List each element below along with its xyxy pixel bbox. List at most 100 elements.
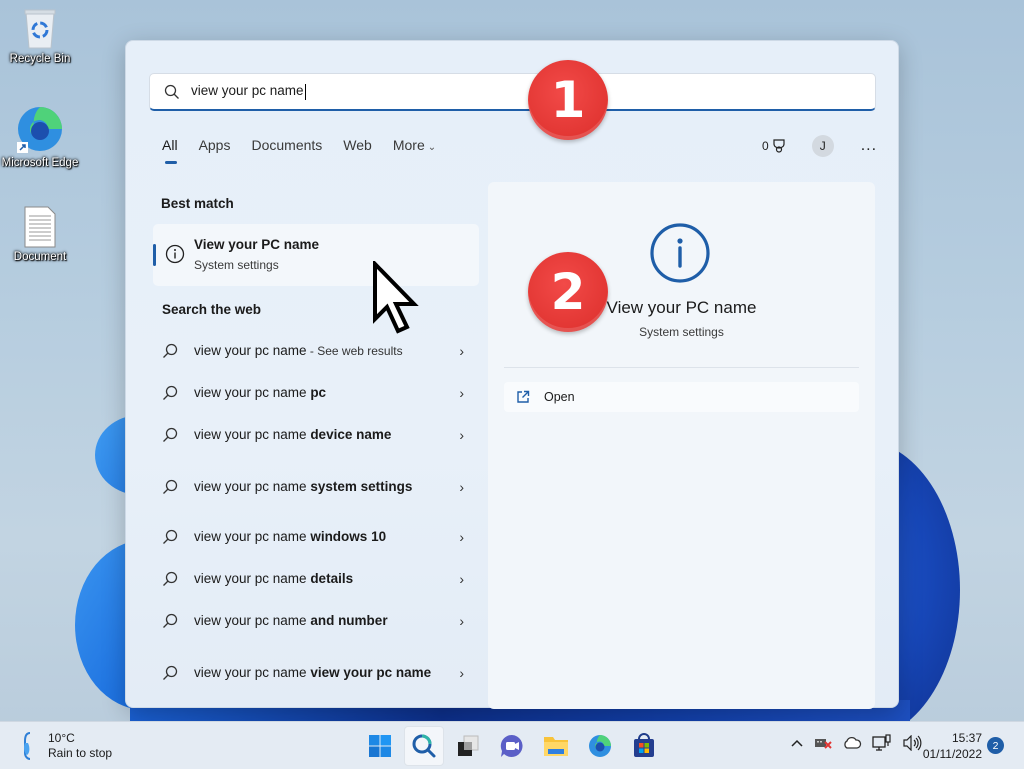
selection-indicator [153, 244, 156, 266]
taskbar-apps [360, 726, 668, 766]
best-match-result[interactable]: View your PC name System settings [153, 224, 479, 286]
notification-badge[interactable]: 2 [987, 737, 1004, 754]
search-icon [164, 84, 179, 99]
search-icon [163, 385, 178, 400]
system-tray [790, 734, 932, 752]
suggestion-prefix: view your pc name [194, 613, 311, 628]
onedrive-icon[interactable] [842, 736, 862, 750]
taskbar-search-button[interactable] [404, 726, 444, 766]
detail-subtitle: System settings [639, 325, 724, 339]
suggestion-suffix: view your pc name [310, 665, 432, 680]
search-query: view your pc name [191, 83, 304, 99]
search-icon [163, 479, 178, 494]
chevron-right-icon: › [459, 343, 464, 359]
header-actions: 0 J ... [762, 135, 877, 157]
windows-start-icon [369, 735, 391, 757]
suggestion-prefix: view your pc name [194, 529, 311, 544]
desktop-icon-recycle-bin[interactable]: Recycle Bin [0, 8, 80, 67]
suggestion-suffix: system settings [310, 479, 413, 494]
weather-temp: 10°C [48, 731, 75, 745]
best-match-subtitle: System settings [194, 258, 279, 272]
suggestion-prefix: view your pc name [194, 427, 311, 442]
recycle-bin-icon [24, 9, 56, 49]
edge-button[interactable] [580, 726, 620, 766]
umbrella-icon [23, 732, 31, 760]
suggestion-prefix: view your pc name [194, 665, 311, 680]
start-button[interactable] [360, 726, 400, 766]
annotation-badge-2: 2 [528, 252, 608, 332]
desktop-icon-label: Recycle Bin [9, 53, 71, 65]
chat-button[interactable] [492, 726, 532, 766]
text-caret [304, 83, 306, 100]
web-suggestion-item[interactable]: view your pc name system settings › [162, 467, 464, 507]
avatar[interactable]: J [811, 135, 834, 157]
more-options-button[interactable]: ... [861, 138, 877, 154]
suggestion-suffix: pc [310, 385, 327, 400]
search-icon [412, 734, 436, 758]
web-suggestion-item[interactable]: view your pc name windows 10 › [162, 527, 464, 547]
chevron-right-icon: › [459, 613, 464, 629]
clock[interactable]: 15:37 01/11/2022 [920, 730, 982, 762]
open-external-icon [517, 390, 530, 403]
web-suggestion-item[interactable]: view your pc name device name › [162, 425, 464, 445]
web-suggestion-text: view your pc name details [194, 569, 444, 589]
rewards-count: 0 [762, 139, 769, 153]
suggestion-note: - See web results [306, 344, 403, 358]
web-suggestion-text: view your pc name view your pc name [194, 663, 444, 683]
web-suggestion-text: view your pc name device name [194, 425, 444, 445]
web-suggestion-item[interactable]: view your pc name details › [162, 569, 464, 589]
folder-icon [544, 737, 568, 756]
open-button[interactable]: Open [504, 382, 859, 412]
clock-date: 01/11/2022 [922, 747, 982, 761]
open-label: Open [544, 390, 575, 404]
chevron-right-icon: › [459, 529, 464, 545]
tab-more-label: More [392, 137, 425, 153]
chevron-right-icon: › [459, 665, 464, 681]
web-suggestion-item[interactable]: view your pc name view your pc name › [162, 653, 464, 693]
web-suggestion-item[interactable]: view your pc name - See web results › [162, 341, 464, 361]
chevron-up-icon[interactable] [790, 738, 804, 748]
info-icon [165, 244, 185, 264]
suggestion-suffix: details [310, 571, 354, 586]
task-view-button[interactable] [448, 726, 488, 766]
search-web-heading: Search the web [162, 302, 262, 317]
web-suggestion-item[interactable]: view your pc name and number › [162, 611, 464, 631]
mouse-cursor-icon [373, 261, 419, 334]
suggestion-prefix: view your pc name [194, 571, 311, 586]
file-explorer-button[interactable] [536, 726, 576, 766]
search-icon [163, 427, 178, 442]
display-network-icon[interactable] [872, 734, 892, 752]
search-icon [163, 571, 178, 586]
chevron-right-icon: › [459, 427, 464, 443]
trophy-icon [773, 139, 785, 153]
info-icon [650, 223, 710, 283]
web-suggestion-text: view your pc name pc [194, 383, 444, 403]
search-panel: view your pc name All Apps Documents Web… [125, 40, 899, 709]
rewards-points[interactable]: 0 [762, 139, 786, 153]
edge-icon [17, 107, 62, 153]
weather-condition: Rain to stop [48, 746, 113, 760]
speaker-icon[interactable] [902, 735, 922, 751]
desktop-icon-label: Document [13, 251, 67, 263]
desktop-icon-document[interactable]: Document [0, 206, 80, 265]
tab-apps[interactable]: Apps [199, 137, 231, 153]
teams-chat-icon [500, 734, 523, 757]
suggestion-suffix: and number [310, 613, 388, 628]
chevron-right-icon: › [459, 385, 464, 401]
network-error-icon[interactable] [814, 736, 832, 750]
search-icon [163, 343, 178, 358]
desktop-icon-edge[interactable]: Microsoft Edge [0, 104, 80, 171]
best-match-heading: Best match [161, 196, 234, 211]
tab-more[interactable]: More ⌄ [393, 137, 436, 153]
store-button[interactable] [624, 726, 664, 766]
tab-all[interactable]: All [162, 137, 178, 164]
filter-tabs: All Apps Documents Web More ⌄ [162, 137, 457, 164]
web-suggestion-item[interactable]: view your pc name pc › [162, 383, 464, 403]
search-input[interactable]: view your pc name [149, 73, 876, 111]
suggestion-suffix: windows 10 [310, 529, 387, 544]
tab-web[interactable]: Web [343, 137, 372, 153]
tab-documents[interactable]: Documents [251, 137, 322, 153]
document-icon [24, 206, 56, 248]
weather-widget[interactable]: 10°C Rain to stop [22, 731, 112, 761]
divider [504, 367, 859, 368]
